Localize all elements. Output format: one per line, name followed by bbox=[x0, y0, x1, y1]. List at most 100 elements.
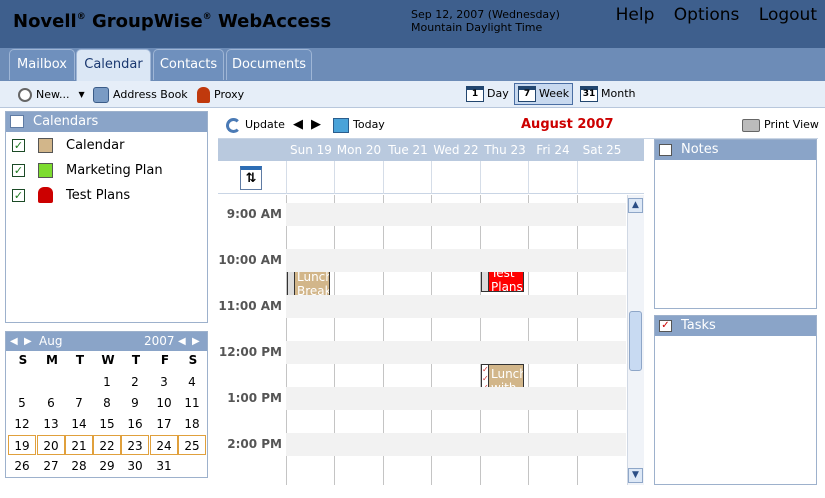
mini-calendar-day[interactable]: 30 bbox=[121, 456, 149, 476]
time-slot-shaded[interactable] bbox=[286, 295, 626, 318]
help-link[interactable]: Help bbox=[616, 5, 655, 25]
day-header[interactable]: Sun 19 bbox=[287, 143, 335, 157]
mini-calendar-day[interactable]: 18 bbox=[178, 414, 206, 434]
time-slot-shaded[interactable] bbox=[286, 341, 626, 364]
day-header[interactable]: Tue 21 bbox=[384, 143, 432, 157]
mini-calendar-day[interactable]: 8 bbox=[93, 393, 121, 413]
task-checkbox-icon: ✓ bbox=[659, 320, 672, 332]
time-slot-shaded[interactable] bbox=[286, 203, 626, 226]
scroll-up-icon[interactable]: ▲ bbox=[628, 198, 643, 213]
mini-calendar-day[interactable]: 10 bbox=[150, 393, 178, 413]
calendar-checkbox[interactable]: ✓ bbox=[12, 163, 25, 177]
mini-calendar-day[interactable]: 24 bbox=[150, 435, 178, 455]
calendar-checkbox[interactable]: ✓ bbox=[12, 138, 25, 152]
time-slot-shaded[interactable] bbox=[286, 433, 626, 456]
calendar-item[interactable]: ✓ Test Plans bbox=[12, 185, 130, 205]
mini-calendar-day[interactable]: 4 bbox=[178, 372, 206, 392]
day-header[interactable]: Sat 25 bbox=[578, 143, 626, 157]
mini-calendar-day[interactable]: 11 bbox=[178, 393, 206, 413]
print-view-label: Print View bbox=[764, 118, 819, 131]
mini-calendar-day[interactable]: 17 bbox=[150, 414, 178, 434]
mini-calendar-day[interactable]: 28 bbox=[65, 456, 93, 476]
mini-calendar-day[interactable]: 22 bbox=[93, 435, 121, 455]
mini-calendar-day[interactable]: 13 bbox=[37, 414, 65, 434]
notes-title: Notes bbox=[681, 142, 719, 157]
today-label: Today bbox=[353, 118, 385, 131]
timezone-line: Mountain Daylight Time bbox=[411, 21, 543, 34]
calendar-item-label: Test Plans bbox=[66, 187, 131, 203]
mini-calendar-day[interactable]: 19 bbox=[8, 435, 36, 455]
mini-calendar-day[interactable]: 9 bbox=[121, 393, 149, 413]
day-header[interactable]: Thu 23 bbox=[481, 143, 529, 157]
mini-calendar-day[interactable]: 7 bbox=[65, 393, 93, 413]
sort-toggle-icon[interactable]: ⇅ bbox=[240, 166, 262, 190]
week-calendar-icon: 7 bbox=[518, 86, 536, 102]
scroll-down-icon[interactable]: ▼ bbox=[628, 468, 643, 483]
mini-calendar-day[interactable]: 3 bbox=[150, 372, 178, 392]
time-slot-shaded[interactable] bbox=[286, 387, 626, 410]
mini-calendar-day[interactable]: 12 bbox=[8, 414, 36, 434]
mini-calendar-day[interactable]: 25 bbox=[178, 435, 206, 455]
proxy-label: Proxy bbox=[214, 88, 245, 101]
all-day-divider bbox=[480, 161, 481, 194]
tasks-header: ✓ Tasks bbox=[655, 316, 816, 336]
day-header[interactable]: Fri 24 bbox=[529, 143, 577, 157]
next-year-icon[interactable]: ▶ bbox=[192, 332, 200, 351]
today-button[interactable]: Today bbox=[333, 115, 385, 135]
mini-calendar-day[interactable]: 16 bbox=[121, 414, 149, 434]
time-slot-shaded[interactable] bbox=[286, 249, 626, 272]
calendar-item-label: Marketing Plan bbox=[66, 162, 163, 178]
mini-calendar-day[interactable]: 6 bbox=[37, 393, 65, 413]
tasks-panel bbox=[654, 315, 817, 485]
mini-calendar-day[interactable]: 23 bbox=[121, 435, 149, 455]
printer-icon bbox=[742, 118, 760, 132]
next-month-icon[interactable]: ▶ bbox=[24, 332, 32, 351]
new-button[interactable]: New... ▼ bbox=[18, 85, 85, 105]
mini-calendar-day[interactable]: 31 bbox=[150, 456, 178, 476]
month-view-button[interactable]: 31 Month bbox=[577, 83, 638, 105]
logout-link[interactable]: Logout bbox=[759, 5, 817, 25]
tab-documents[interactable]: Documents bbox=[226, 49, 312, 80]
mini-calendar-day[interactable]: 26 bbox=[8, 456, 36, 476]
tab-calendar[interactable]: Calendar bbox=[76, 49, 151, 81]
next-week-icon[interactable]: ▶ bbox=[311, 117, 321, 132]
print-view-button[interactable]: Print View bbox=[742, 115, 819, 135]
mini-calendar-day[interactable]: 21 bbox=[65, 435, 93, 455]
notes-header: Notes bbox=[655, 140, 816, 160]
mini-calendar-day[interactable]: 5 bbox=[8, 393, 36, 413]
tab-mailbox[interactable]: Mailbox bbox=[9, 49, 75, 80]
week-view-button[interactable]: 7 Week bbox=[514, 83, 574, 105]
weekday-label: F bbox=[160, 353, 170, 367]
tab-contacts[interactable]: Contacts bbox=[153, 49, 224, 80]
options-link[interactable]: Options bbox=[674, 5, 740, 25]
address-book-button[interactable]: Address Book bbox=[93, 85, 188, 105]
day-view-label: Day bbox=[487, 87, 509, 100]
prev-week-icon[interactable]: ◀ bbox=[293, 117, 303, 132]
mini-calendar-day[interactable]: 29 bbox=[93, 456, 121, 476]
calendar-item[interactable]: ✓ Marketing Plan bbox=[12, 160, 163, 180]
weekday-label: T bbox=[75, 353, 85, 367]
calendar-item[interactable]: ✓ Calendar bbox=[12, 135, 124, 155]
day-header[interactable]: Wed 22 bbox=[432, 143, 480, 157]
address-book-icon bbox=[93, 87, 109, 103]
update-button[interactable]: Update bbox=[226, 115, 285, 135]
note-icon bbox=[659, 144, 672, 156]
mini-calendar-day[interactable]: 20 bbox=[37, 435, 65, 455]
week-view-label: Week bbox=[539, 87, 570, 100]
dropdown-arrow-icon[interactable]: ▼ bbox=[78, 86, 84, 104]
prev-month-icon[interactable]: ◀ bbox=[10, 332, 18, 351]
proxy-button[interactable]: Proxy bbox=[197, 85, 244, 105]
mini-calendar-day[interactable]: 15 bbox=[93, 414, 121, 434]
mini-calendar-day[interactable]: 14 bbox=[65, 414, 93, 434]
mini-calendar-day[interactable]: 2 bbox=[121, 372, 149, 392]
mini-calendar-day[interactable]: 27 bbox=[37, 456, 65, 476]
day-header[interactable]: Mon 20 bbox=[335, 143, 383, 157]
month-calendar-icon: 31 bbox=[580, 86, 598, 102]
shared-calendar-icon bbox=[38, 187, 53, 203]
scrollbar-thumb[interactable] bbox=[629, 311, 642, 371]
day-view-button[interactable]: 1 Day bbox=[463, 83, 512, 105]
prev-year-icon[interactable]: ◀ bbox=[178, 332, 186, 351]
all-day-divider bbox=[286, 161, 287, 194]
mini-calendar-day[interactable]: 1 bbox=[93, 372, 121, 392]
calendar-checkbox[interactable]: ✓ bbox=[12, 188, 25, 202]
